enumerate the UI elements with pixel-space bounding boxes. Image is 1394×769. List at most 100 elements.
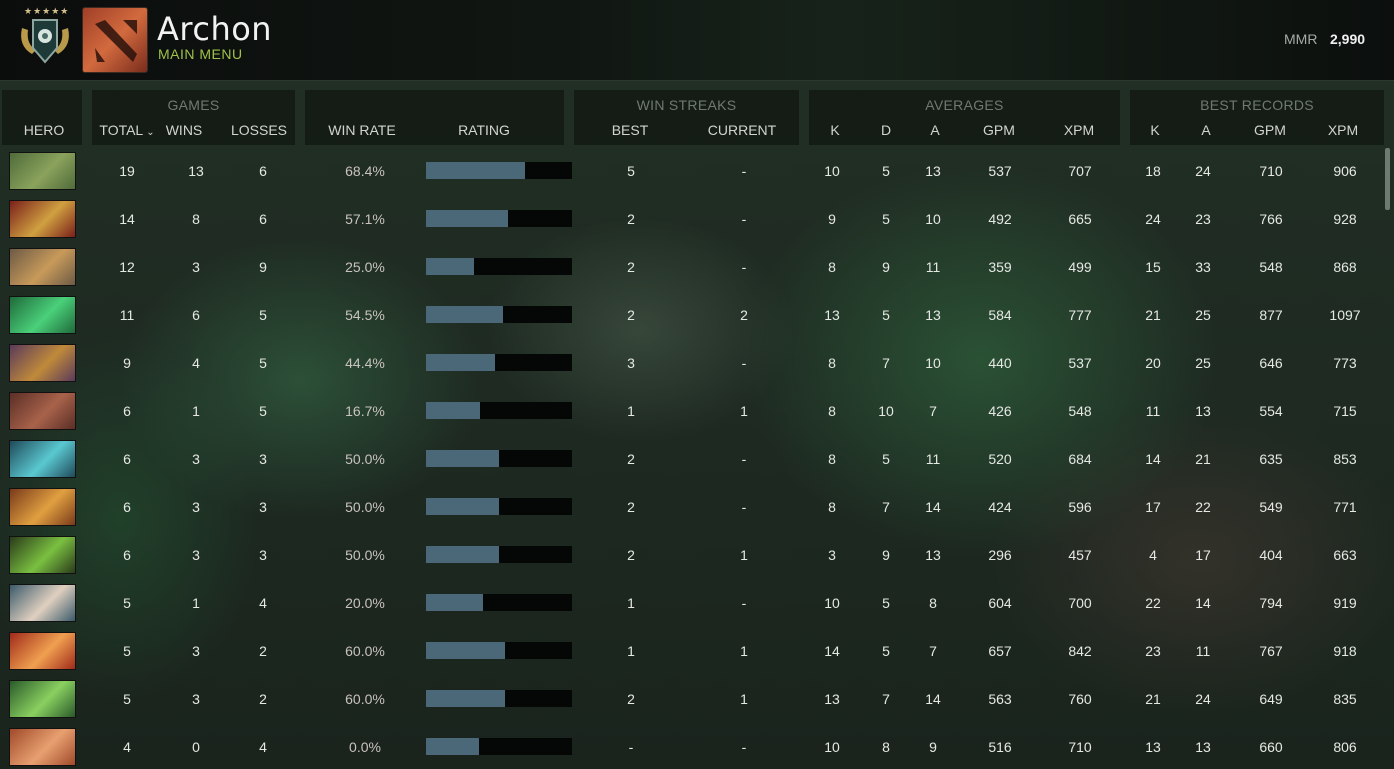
hero-portrait-icon[interactable] bbox=[9, 632, 76, 670]
cell-a: 7 bbox=[929, 643, 937, 659]
cell-best: - bbox=[628, 739, 634, 755]
table-row[interactable]: 6 1 5 16.7% 1 1 8 10 7 426 548 11 13 554 715 bbox=[0, 388, 1384, 436]
rating-bar-fill bbox=[426, 402, 480, 419]
cell-losses: 6 bbox=[259, 211, 267, 227]
table-row[interactable]: 6 3 3 50.0% 2 - 8 5 11 520 684 14 21 635 853 bbox=[0, 436, 1384, 484]
cell-ba: 25 bbox=[1195, 307, 1211, 323]
cell-win-rate: 54.5% bbox=[345, 307, 385, 323]
cell-xpm: 537 bbox=[1068, 355, 1092, 371]
cell-losses: 3 bbox=[259, 547, 267, 563]
rating-bar bbox=[426, 258, 572, 275]
cell-losses: 2 bbox=[259, 643, 267, 659]
cell-gpm: 537 bbox=[988, 163, 1012, 179]
rating-bar bbox=[426, 210, 572, 227]
cell-win-rate: 57.1% bbox=[345, 211, 385, 227]
hero-portrait-icon[interactable] bbox=[9, 200, 76, 238]
cell-gpm: 563 bbox=[988, 691, 1012, 707]
table-row[interactable]: 14 8 6 57.1% 2 - 9 5 10 492 665 24 23 766 928 bbox=[0, 196, 1384, 244]
table-row[interactable]: 19 13 6 68.4% 5 - 10 5 13 537 707 18 24 710 906 bbox=[0, 148, 1384, 196]
col-hero[interactable]: HERO bbox=[4, 122, 84, 138]
cell-gpm: 520 bbox=[988, 451, 1012, 467]
hero-portrait-icon[interactable] bbox=[9, 536, 76, 574]
cell-losses: 5 bbox=[259, 403, 267, 419]
table-row[interactable]: 12 3 9 25.0% 2 - 8 9 11 359 499 15 33 548 868 bbox=[0, 244, 1384, 292]
cell-wins: 13 bbox=[188, 163, 204, 179]
cell-a: 11 bbox=[925, 451, 941, 467]
hero-portrait-icon[interactable] bbox=[9, 488, 76, 526]
cell-losses: 2 bbox=[259, 691, 267, 707]
cell-total: 5 bbox=[123, 643, 131, 659]
col-losses[interactable]: LOSSES bbox=[226, 122, 292, 138]
cell-bxpm: 771 bbox=[1333, 499, 1357, 515]
hero-portrait-icon[interactable] bbox=[9, 248, 76, 286]
cell-bk: 21 bbox=[1145, 691, 1161, 707]
hero-portrait-icon[interactable] bbox=[9, 680, 76, 718]
cell-bxpm: 773 bbox=[1333, 355, 1357, 371]
col-avg-xpm[interactable]: XPM bbox=[1056, 122, 1102, 138]
cell-total: 19 bbox=[119, 163, 135, 179]
cell-bk: 4 bbox=[1149, 547, 1157, 563]
col-best-a[interactable]: A bbox=[1191, 122, 1221, 138]
cell-a: 11 bbox=[925, 259, 941, 275]
cell-wins: 1 bbox=[192, 403, 200, 419]
rating-bar-fill bbox=[426, 738, 479, 755]
table-row[interactable]: 5 3 2 60.0% 1 1 14 5 7 657 842 23 11 767 918 bbox=[0, 628, 1384, 676]
rank-medal-icon[interactable]: ★★★★★ bbox=[16, 6, 74, 68]
cell-bgpm: 404 bbox=[1259, 547, 1283, 563]
col-best-k[interactable]: K bbox=[1140, 122, 1170, 138]
cell-current: 1 bbox=[740, 403, 748, 419]
col-avg-k[interactable]: K bbox=[820, 122, 850, 138]
dota-logo-icon[interactable] bbox=[82, 7, 148, 73]
cell-current: - bbox=[741, 355, 747, 371]
group-averages: AVERAGES bbox=[925, 97, 1004, 113]
table-row[interactable]: 11 6 5 54.5% 2 2 13 5 13 584 777 21 25 877 1097 bbox=[0, 292, 1384, 340]
table-row[interactable]: 5 3 2 60.0% 2 1 13 7 14 563 760 21 24 649 835 bbox=[0, 676, 1384, 724]
cell-bk: 15 bbox=[1145, 259, 1161, 275]
table-row[interactable]: 5 1 4 20.0% 1-10 5 8 604 700 22 14 794 919 bbox=[0, 580, 1384, 628]
hero-portrait-icon[interactable] bbox=[9, 584, 76, 622]
cell-bxpm: 806 bbox=[1333, 739, 1357, 755]
cell-a: 14 bbox=[925, 691, 941, 707]
col-best-gpm[interactable]: GPM bbox=[1247, 122, 1293, 138]
cell-bxpm: 918 bbox=[1333, 643, 1357, 659]
cell-bgpm: 549 bbox=[1259, 499, 1283, 515]
cell-d: 5 bbox=[882, 595, 890, 611]
cell-best: 2 bbox=[627, 547, 635, 563]
cell-xpm: 710 bbox=[1068, 739, 1092, 755]
table-row[interactable]: 9 4 5 44.4% 3 - 8 7 10 440 537 20 25 646 773 bbox=[0, 340, 1384, 388]
hero-portrait-icon[interactable] bbox=[9, 392, 76, 430]
table-row[interactable]: 4 0 4 0.0% - - 10 8 9 516 710 13 13 660 806 bbox=[0, 724, 1384, 769]
scrollbar[interactable] bbox=[1385, 148, 1390, 210]
cell-total: 6 bbox=[123, 499, 131, 515]
cell-win-rate: 25.0% bbox=[345, 259, 385, 275]
cell-bk: 11 bbox=[1145, 403, 1161, 419]
cell-best: 3 bbox=[627, 355, 635, 371]
col-avg-d[interactable]: D bbox=[871, 122, 901, 138]
hero-portrait-icon[interactable] bbox=[9, 296, 76, 334]
cell-d: 9 bbox=[882, 259, 890, 275]
hero-portrait-icon[interactable] bbox=[9, 344, 76, 382]
rating-bar-fill bbox=[426, 450, 499, 467]
cell-gpm: 492 bbox=[988, 211, 1012, 227]
rating-bar-fill bbox=[426, 354, 495, 371]
col-total[interactable]: TOTAL ⌄ bbox=[94, 122, 160, 138]
table-row[interactable]: 6 3 3 50.0% 2 - 8 7 14 424 596 17 22 549 771 bbox=[0, 484, 1384, 532]
hero-portrait-icon[interactable] bbox=[9, 152, 76, 190]
cell-xpm: 684 bbox=[1068, 451, 1092, 467]
col-avg-gpm[interactable]: GPM bbox=[976, 122, 1022, 138]
cell-k: 3 bbox=[828, 547, 836, 563]
cell-d: 5 bbox=[882, 307, 890, 323]
col-best-xpm[interactable]: XPM bbox=[1320, 122, 1366, 138]
hero-portrait-icon[interactable] bbox=[9, 440, 76, 478]
col-wins[interactable]: WINS bbox=[160, 122, 208, 138]
col-win-rate[interactable]: WIN RATE bbox=[320, 122, 404, 138]
main-menu-link[interactable]: MAIN MENU bbox=[158, 46, 243, 62]
table-row[interactable]: 6 3 3 50.0% 2 1 3 9 13 296 457 4 17 404 663 bbox=[0, 532, 1384, 580]
hero-portrait-icon[interactable] bbox=[9, 728, 76, 766]
col-best[interactable]: BEST bbox=[600, 122, 660, 138]
col-current[interactable]: CURRENT bbox=[700, 122, 784, 138]
cell-xpm: 665 bbox=[1068, 211, 1092, 227]
cell-bgpm: 548 bbox=[1259, 259, 1283, 275]
col-rating[interactable]: RATING bbox=[440, 122, 528, 138]
col-avg-a[interactable]: A bbox=[920, 122, 950, 138]
